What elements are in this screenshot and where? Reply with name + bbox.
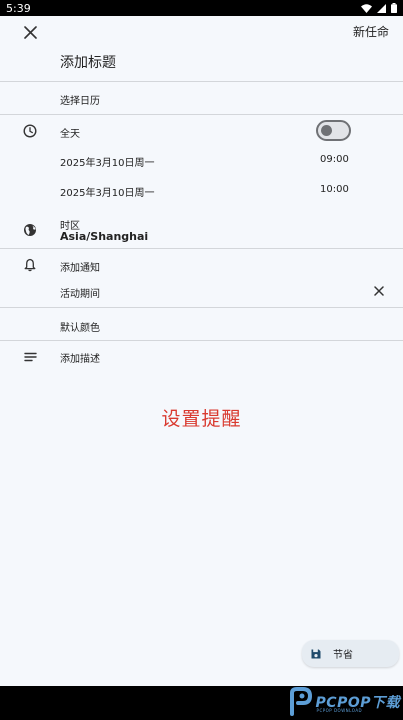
start-time[interactable]: 09:00: [320, 154, 349, 165]
overlay-caption: 设置提醒: [161, 408, 242, 430]
wifi-icon: [361, 3, 372, 13]
signal-icon: [377, 3, 386, 13]
close-icon: [374, 286, 384, 296]
divider: [0, 81, 403, 82]
divider: [0, 248, 403, 249]
globe-icon: [21, 221, 39, 239]
close-icon: [23, 25, 37, 39]
divider: [0, 114, 403, 115]
battery-icon: [391, 3, 397, 13]
floppy-disk-icon: [311, 649, 321, 658]
all-day-label: 全天: [60, 129, 80, 140]
app-bar: 新任命: [0, 16, 403, 46]
close-button[interactable]: [20, 22, 40, 42]
notification-item[interactable]: 活动期间: [60, 285, 100, 300]
end-date[interactable]: 2025年3月10日周一: [60, 184, 155, 199]
new-appointment-button[interactable]: 新任命: [353, 23, 389, 40]
add-notification-button[interactable]: 添加通知: [60, 259, 100, 274]
remove-notification-button[interactable]: [372, 284, 386, 298]
calendar-selector[interactable]: 选择日历: [60, 92, 100, 107]
pcpop-logo-icon: [289, 687, 312, 716]
end-time[interactable]: 10:00: [320, 184, 349, 195]
pcpop-logo: PCPOP下载 PCPOP DOWNLOAD: [289, 687, 400, 717]
status-bar: 5:39: [0, 0, 403, 16]
bell-icon: [21, 256, 39, 274]
logo-subtext: PCPOP DOWNLOAD: [316, 708, 363, 713]
toggle-knob: [321, 125, 332, 136]
divider: [0, 307, 403, 308]
status-icons: [361, 3, 397, 13]
notes-icon: [21, 348, 39, 366]
save-button-label: 节省: [333, 650, 353, 661]
all-day-toggle[interactable]: [316, 120, 351, 141]
start-date[interactable]: 2025年3月10日周一: [60, 154, 155, 169]
title-input[interactable]: 添加标题: [60, 52, 116, 72]
divider: [0, 340, 403, 341]
clock-icon: [21, 122, 39, 140]
color-selector[interactable]: 默认颜色: [60, 319, 100, 334]
save-button[interactable]: 节省: [302, 640, 399, 667]
timezone-value[interactable]: Asia/Shanghai: [60, 230, 148, 243]
status-time: 5:39: [6, 1, 31, 15]
description-input[interactable]: 添加描述: [60, 350, 100, 365]
